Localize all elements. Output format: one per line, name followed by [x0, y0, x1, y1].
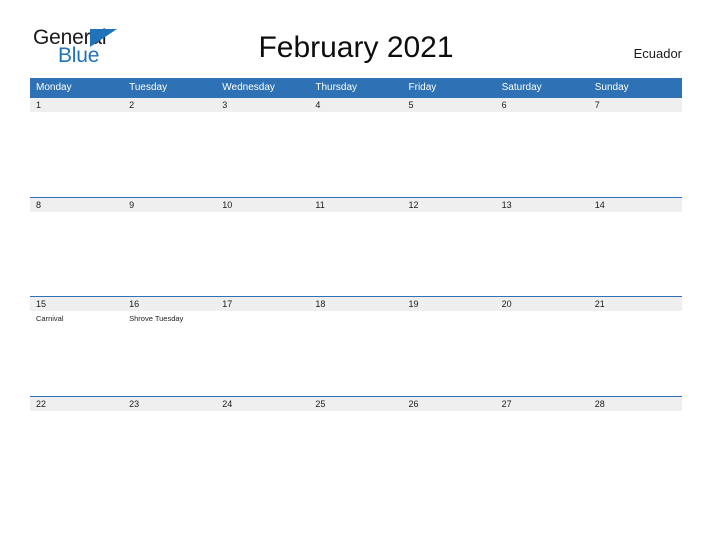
day-number[interactable]: 27: [496, 397, 589, 411]
day-cell[interactable]: [589, 411, 682, 495]
day-cell[interactable]: [216, 311, 309, 395]
day-event-band: [30, 112, 682, 196]
day-number[interactable]: 1: [30, 98, 123, 112]
day-cell[interactable]: [589, 212, 682, 296]
day-cell[interactable]: [30, 212, 123, 296]
event-label: Carnival: [36, 314, 64, 323]
day-number[interactable]: 8: [30, 198, 123, 212]
day-number[interactable]: 17: [216, 297, 309, 311]
day-cell[interactable]: [216, 411, 309, 495]
day-number[interactable]: 19: [403, 297, 496, 311]
day-cell[interactable]: [309, 311, 402, 395]
day-cell[interactable]: [216, 112, 309, 196]
weekday-header-sunday: Sunday: [594, 82, 629, 93]
day-cell[interactable]: [309, 411, 402, 495]
day-number[interactable]: 4: [309, 98, 402, 112]
week-row: 1 2 3 4 5 6 7: [30, 97, 682, 197]
calendar-table: Monday Tuesday Wednesday Thursday Friday…: [30, 78, 682, 495]
day-number[interactable]: 22: [30, 397, 123, 411]
day-cell[interactable]: [496, 411, 589, 495]
day-cell[interactable]: [496, 112, 589, 196]
day-event-band: Carnival Shrove Tuesday: [30, 311, 682, 395]
day-number[interactable]: 3: [216, 98, 309, 112]
day-number[interactable]: 20: [496, 297, 589, 311]
page-header: General Blue February 2021 Ecuador: [0, 0, 712, 78]
page-title: February 2021: [258, 31, 454, 64]
weekday-header-saturday: Saturday: [501, 82, 542, 93]
day-number-band: 15 16 17 18 19 20 21: [30, 297, 682, 311]
day-number[interactable]: 23: [123, 397, 216, 411]
day-number[interactable]: 9: [123, 198, 216, 212]
day-number[interactable]: 16: [123, 297, 216, 311]
day-number[interactable]: 13: [496, 198, 589, 212]
day-cell[interactable]: [216, 212, 309, 296]
day-number[interactable]: 28: [589, 397, 682, 411]
day-cell[interactable]: [589, 311, 682, 395]
day-number[interactable]: 18: [309, 297, 402, 311]
day-cell[interactable]: [30, 112, 123, 196]
day-number[interactable]: 11: [309, 198, 402, 212]
day-number[interactable]: 14: [589, 198, 682, 212]
day-number[interactable]: 10: [216, 198, 309, 212]
day-number-band: 8 9 10 11 12 13 14: [30, 197, 682, 212]
weekday-header-thursday: Thursday: [315, 82, 358, 93]
day-cell[interactable]: [589, 112, 682, 196]
day-number[interactable]: 5: [403, 98, 496, 112]
day-cell[interactable]: Carnival: [30, 311, 123, 395]
day-event-band: [30, 411, 682, 495]
weekday-header-row: Monday Tuesday Wednesday Thursday Friday…: [30, 78, 682, 97]
weekday-header-monday: Monday: [36, 82, 72, 93]
day-cell[interactable]: [496, 212, 589, 296]
day-cell[interactable]: [403, 112, 496, 196]
week-row: 22 23 24 25 26 27 28: [30, 395, 682, 496]
day-number[interactable]: 24: [216, 397, 309, 411]
country-label: Ecuador: [633, 46, 682, 61]
day-cell[interactable]: [123, 411, 216, 495]
weekday-header-tuesday: Tuesday: [129, 82, 168, 93]
day-number[interactable]: 2: [123, 98, 216, 112]
day-number-band: 22 23 24 25 26 27 28: [30, 396, 682, 411]
day-cell[interactable]: [496, 311, 589, 395]
day-cell[interactable]: Shrove Tuesday: [123, 311, 216, 395]
day-cell[interactable]: [309, 112, 402, 196]
day-number[interactable]: 6: [496, 98, 589, 112]
day-number[interactable]: 26: [403, 397, 496, 411]
day-cell[interactable]: [403, 311, 496, 395]
day-cell[interactable]: [403, 411, 496, 495]
day-number[interactable]: 25: [309, 397, 402, 411]
day-number[interactable]: 21: [589, 297, 682, 311]
day-cell[interactable]: [403, 212, 496, 296]
day-cell[interactable]: [30, 411, 123, 495]
weekday-header-wednesday: Wednesday: [222, 82, 275, 93]
day-number-band: 1 2 3 4 5 6 7: [30, 98, 682, 112]
day-cell[interactable]: [123, 212, 216, 296]
day-cell[interactable]: [309, 212, 402, 296]
week-row: 15 16 17 18 19 20 21 Carnival Shrove Tue…: [30, 296, 682, 396]
weekday-header-friday: Friday: [408, 82, 437, 93]
day-number[interactable]: 15: [30, 297, 123, 311]
event-label: Shrove Tuesday: [129, 314, 184, 323]
day-number[interactable]: 12: [403, 198, 496, 212]
day-number[interactable]: 7: [589, 98, 682, 112]
day-event-band: [30, 212, 682, 296]
week-row: 8 9 10 11 12 13 14: [30, 196, 682, 297]
day-cell[interactable]: [123, 112, 216, 196]
